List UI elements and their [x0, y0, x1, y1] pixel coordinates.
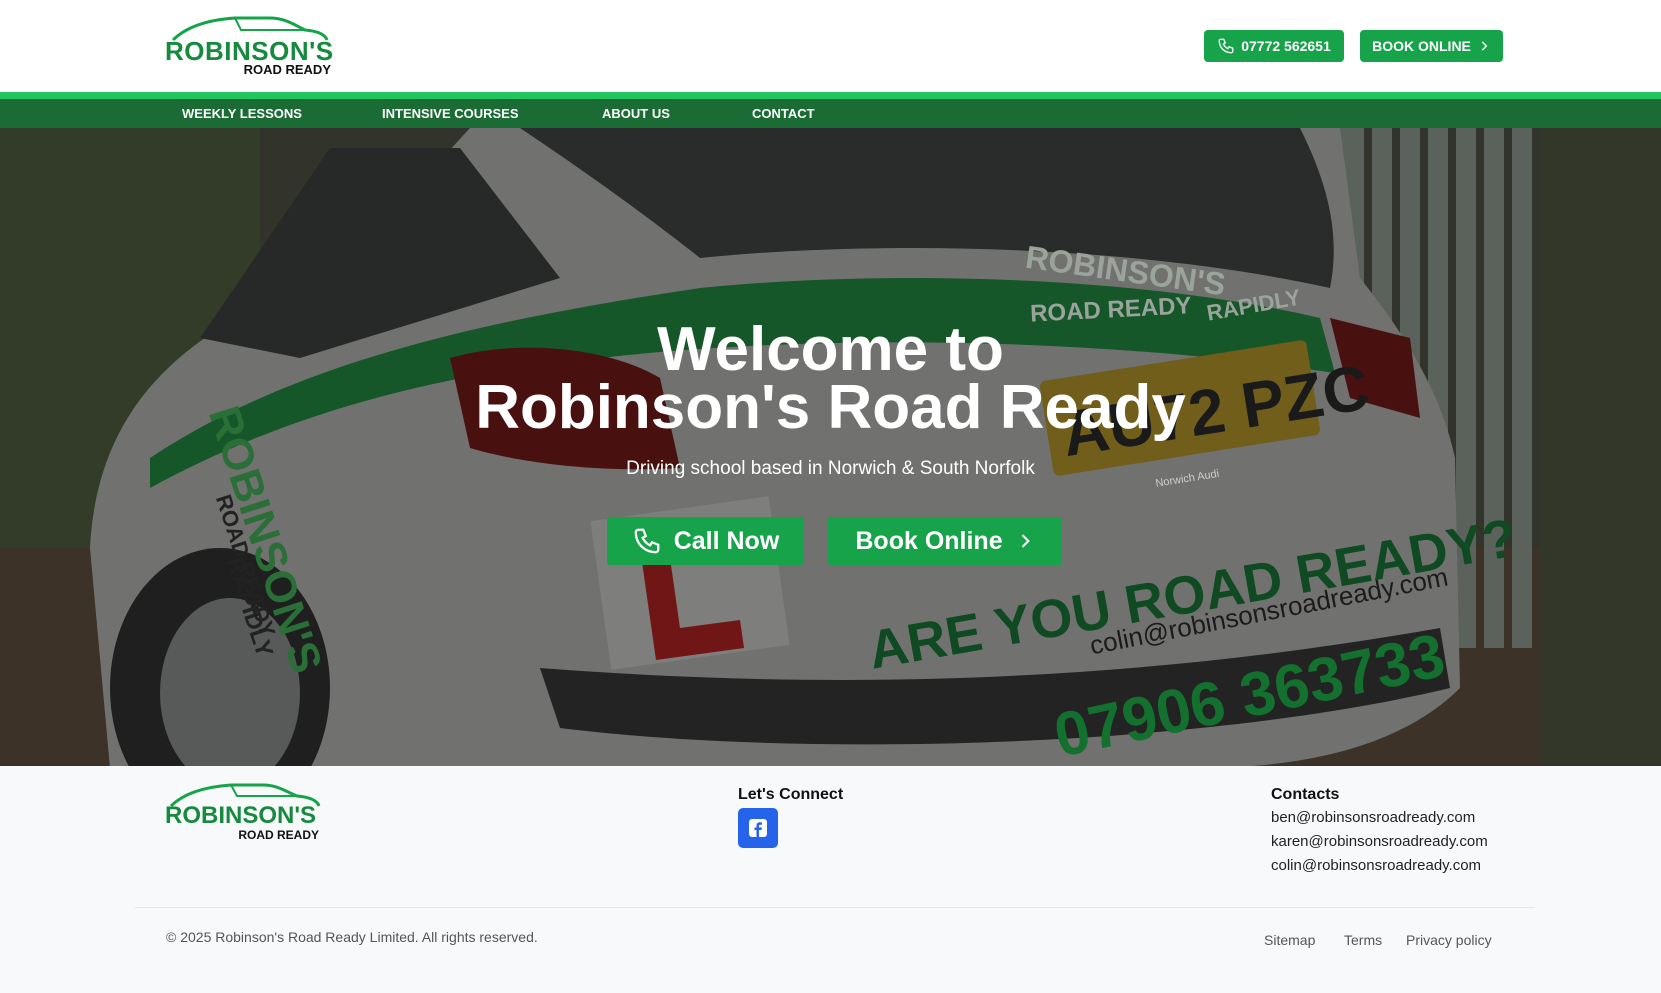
hero-background-image: ROBINSON'S ROAD READY RAPIDLY AU72 PZC N…: [0, 128, 1661, 766]
phone-icon: [634, 528, 660, 554]
book-online-label: Book Online: [855, 526, 1003, 555]
hero-title-line2: Robinson's Road Ready: [475, 373, 1186, 442]
header-phone-button[interactable]: 07772 562651: [1204, 30, 1344, 62]
contact-email-karen[interactable]: karen@robinsonsroadready.com: [1271, 833, 1488, 850]
footer-logo-brand-text: ROBINSON'S: [165, 802, 317, 829]
contacts-heading: Contacts: [1271, 786, 1340, 803]
site-header: ROBINSON'S ROAD READY 07772 562651 BOOK …: [0, 0, 1661, 92]
contact-email-colin[interactable]: colin@robinsonsroadready.com: [1271, 857, 1481, 874]
header-logo[interactable]: ROBINSON'S ROAD READY: [165, 14, 335, 78]
footer-link-privacy[interactable]: Privacy policy: [1406, 932, 1492, 948]
nav-item-contact[interactable]: CONTACT: [752, 99, 815, 128]
chevron-right-icon: [1481, 41, 1488, 51]
header-phone-label: 07772 562651: [1241, 38, 1331, 54]
facebook-button[interactable]: [738, 808, 778, 848]
call-now-label: Call Now: [673, 526, 780, 555]
phone-icon: [1218, 38, 1234, 54]
facebook-icon: [749, 819, 767, 837]
contact-email-ben[interactable]: ben@robinsonsroadready.com: [1271, 809, 1475, 826]
hero-title-line1: Welcome to: [657, 315, 1004, 384]
nav-item-weekly-lessons[interactable]: WEEKLY LESSONS: [182, 99, 302, 128]
hero-section: ROBINSON'S ROAD READY RAPIDLY AU72 PZC N…: [0, 128, 1661, 766]
chevron-right-icon: [1021, 534, 1030, 548]
nav-item-about-us[interactable]: ABOUT US: [602, 99, 670, 128]
footer-logo-tagline-text: ROAD READY: [238, 828, 319, 842]
footer-logo[interactable]: ROBINSON'S ROAD READY: [165, 782, 325, 842]
main-nav: WEEKLY LESSONS INTENSIVE COURSES ABOUT U…: [0, 99, 1661, 128]
header-book-online-button[interactable]: BOOK ONLINE: [1360, 30, 1503, 62]
book-online-button[interactable]: Book Online: [828, 517, 1062, 565]
lets-connect-heading: Let's Connect: [738, 786, 844, 803]
copyright-text: © 2025 Robinson's Road Ready Limited. Al…: [166, 929, 538, 945]
footer-divider: [135, 907, 1535, 908]
nav-item-intensive-courses[interactable]: INTENSIVE COURSES: [382, 99, 519, 128]
footer-link-terms[interactable]: Terms: [1344, 932, 1382, 948]
footer-link-sitemap[interactable]: Sitemap: [1264, 932, 1315, 948]
nav-accent-bar: [0, 92, 1661, 99]
logo-tagline-text: ROAD READY: [243, 62, 331, 77]
header-book-label: BOOK ONLINE: [1372, 38, 1471, 54]
site-footer: ROBINSON'S ROAD READY Let's Connect Cont…: [0, 766, 1661, 993]
hero-subtitle: Driving school based in Norwich & South …: [626, 458, 1035, 479]
call-now-button[interactable]: Call Now: [607, 517, 804, 565]
